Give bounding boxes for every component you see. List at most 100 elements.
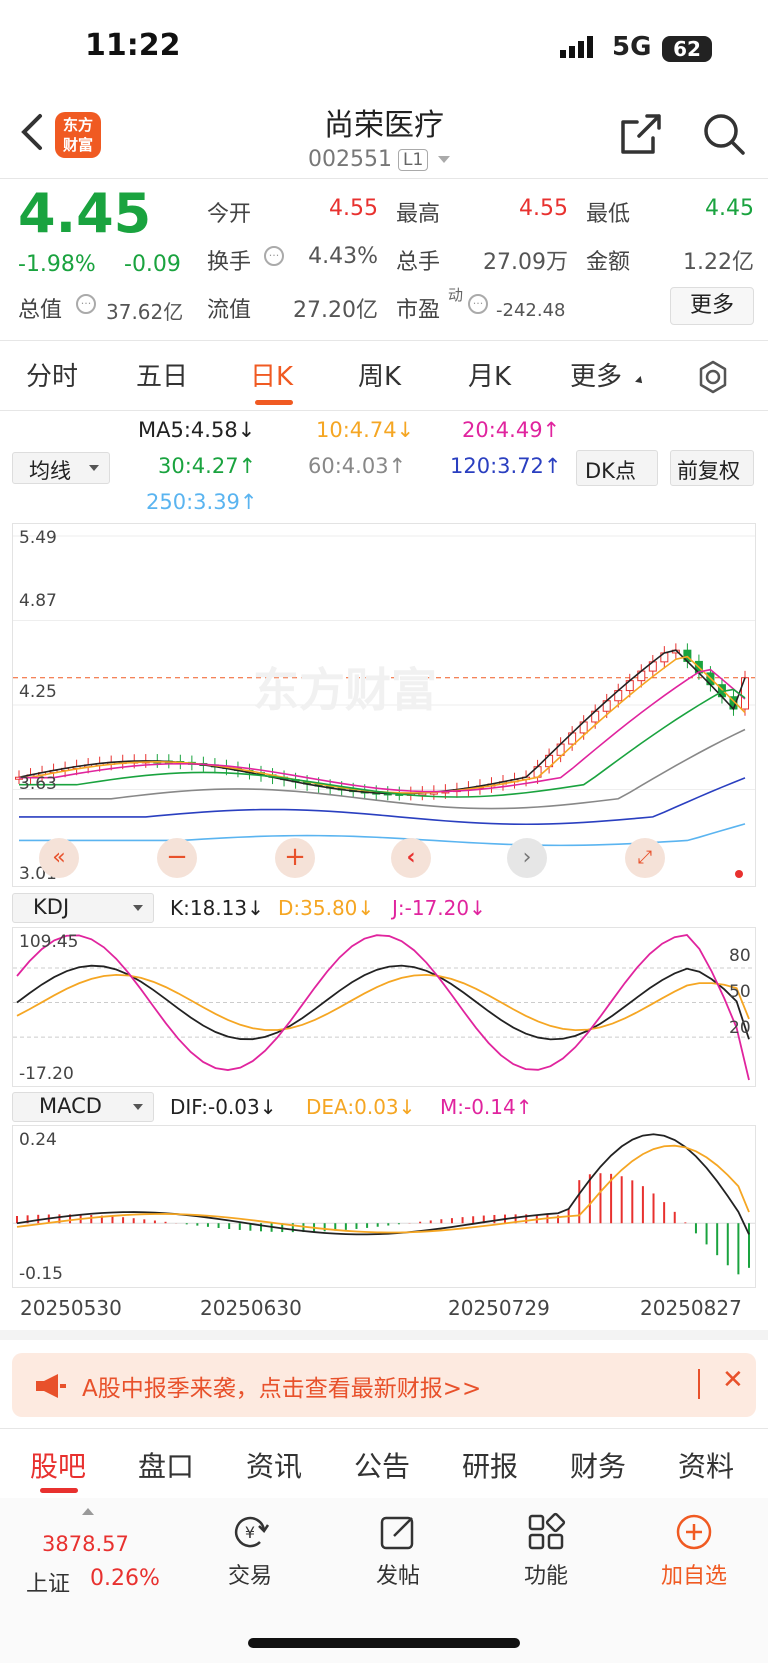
- volume-value: 27.09万: [483, 250, 568, 275]
- tab-profile[interactable]: 资料: [678, 1445, 734, 1485]
- signal-icon: [560, 36, 593, 58]
- tab-intraday[interactable]: 分时: [26, 356, 78, 393]
- search-icon[interactable]: [700, 110, 748, 158]
- tab-news[interactable]: 资讯: [246, 1445, 302, 1485]
- divider: [0, 410, 768, 411]
- turnover-value: 4.43%: [308, 244, 378, 269]
- axis-mid2-label: 4.25: [19, 682, 57, 702]
- date-label: 20250630: [200, 1296, 302, 1320]
- kdj-j-line: [16, 934, 750, 1081]
- macd-top-label: 0.24: [19, 1130, 57, 1150]
- divider: [0, 1428, 768, 1429]
- post-button[interactable]: 发帖: [348, 1512, 448, 1590]
- open-label: 今开: [207, 202, 252, 227]
- info-icon[interactable]: ···: [264, 246, 284, 266]
- post-label: 发帖: [375, 1564, 420, 1589]
- ma5-value: MA5:4.58↓: [138, 418, 256, 442]
- edit-icon: [380, 1516, 414, 1550]
- divider: [0, 340, 768, 341]
- tab-finance[interactable]: 财务: [570, 1445, 626, 1485]
- grid-icon: [528, 1512, 566, 1550]
- step-left-button[interactable]: ‹: [391, 838, 431, 878]
- close-icon[interactable]: ✕: [722, 1365, 744, 1395]
- volume-label: 总手: [396, 250, 441, 275]
- adjust-label: 前复权: [677, 459, 740, 483]
- tab-weekly-k[interactable]: 周K: [358, 356, 401, 393]
- kdj-80-label: 80: [729, 946, 751, 966]
- low-value: 4.45: [705, 196, 754, 221]
- banner-text: A股中报季来袭，点击查看最新财报>>: [82, 1376, 482, 1402]
- ma60-line: [19, 728, 746, 810]
- kdj-chart[interactable]: 109.45 -17.20 80 50 20: [12, 927, 756, 1087]
- status-time: 11:22: [85, 28, 181, 63]
- change-amount: -0.09: [124, 252, 181, 277]
- zoom-in-button[interactable]: +: [275, 838, 315, 878]
- period-tabs: 分时 五日 日K 周K 月K 更多: [0, 342, 768, 410]
- ma20-value: 20:4.49↑: [462, 418, 561, 442]
- divider: [698, 1369, 700, 1399]
- ma-selector[interactable]: 均线: [12, 452, 110, 484]
- macd-dea-line: [16, 1144, 750, 1234]
- macd-dea-value: DEA:0.03↓: [306, 1095, 416, 1119]
- adjust-button[interactable]: 前复权: [670, 450, 754, 486]
- index-pct: 0.26%: [90, 1566, 160, 1591]
- ma10-value: 10:4.74↓: [316, 418, 415, 442]
- macd-chart[interactable]: 0.24 -0.15: [12, 1125, 756, 1288]
- stock-code-selector[interactable]: 002551 L1: [308, 147, 451, 172]
- kdj-20-label: 20: [729, 1018, 751, 1038]
- chevron-down-icon: [438, 156, 451, 163]
- kdj-plot: [13, 934, 755, 1081]
- float-value: 27.20亿: [293, 298, 378, 323]
- axis-top-label: 5.49: [19, 528, 57, 548]
- axis-low-label: 3.63: [19, 774, 57, 794]
- kdj-50-label: 50: [729, 982, 751, 1002]
- tab-daily-k[interactable]: 日K: [250, 356, 293, 393]
- axis-mid1-label: 4.87: [19, 591, 57, 611]
- add-watchlist-button[interactable]: 加自选: [644, 1512, 744, 1590]
- section-gap: [0, 1330, 768, 1340]
- tab-forum[interactable]: 股吧: [30, 1445, 86, 1485]
- tab-five-day[interactable]: 五日: [136, 356, 188, 393]
- expand-icon[interactable]: ⤢: [625, 838, 665, 878]
- info-icon[interactable]: ···: [76, 294, 96, 314]
- dk-point-label: DK点: [585, 459, 636, 483]
- dk-point-button[interactable]: DK点: [576, 450, 658, 486]
- ma30-value: 30:4.27↑: [158, 454, 257, 478]
- index-value: 3878.57: [42, 1532, 129, 1556]
- tab-research[interactable]: 研报: [462, 1445, 518, 1485]
- live-dot: [735, 870, 743, 878]
- ma60-value: 60:4.03↑: [308, 454, 407, 478]
- kline-chart[interactable]: 5.49 4.87 4.25 3.63 3.01 东方财富 « − + ‹ › …: [12, 523, 756, 887]
- gear-icon[interactable]: [696, 360, 730, 394]
- tab-orderbook[interactable]: 盘口: [138, 1445, 194, 1485]
- change-percent: -1.98%: [18, 252, 96, 277]
- scroll-left-button[interactable]: «: [39, 838, 79, 878]
- tab-announcements[interactable]: 公告: [354, 1445, 410, 1485]
- more-button[interactable]: 更多: [670, 287, 754, 325]
- tab-more[interactable]: 更多: [570, 356, 622, 393]
- index-name: 上证: [26, 1572, 71, 1597]
- date-label: 20250729: [448, 1296, 550, 1320]
- plus-circle-icon: [676, 1514, 712, 1550]
- add-watchlist-label: 加自选: [660, 1564, 727, 1589]
- macd-bottom-label: -0.15: [19, 1264, 63, 1284]
- trade-button[interactable]: ¥ 交易: [200, 1512, 300, 1590]
- info-icon[interactable]: ···: [468, 294, 488, 314]
- pe-label: 市盈: [396, 298, 441, 323]
- macd-m-value: M:-0.14↑: [440, 1095, 533, 1119]
- promo-banner[interactable]: A股中报季来袭，点击查看最新财报>> ✕: [12, 1353, 756, 1417]
- turnover-label: 换手: [207, 250, 252, 275]
- zoom-out-button[interactable]: −: [157, 838, 197, 878]
- step-right-button[interactable]: ›: [507, 838, 547, 878]
- function-button[interactable]: 功能: [496, 1512, 596, 1590]
- tab-monthly-k[interactable]: 月K: [468, 356, 511, 393]
- ma120-value: 120:3.72↑: [450, 454, 562, 478]
- macd-plot: [13, 1133, 755, 1275]
- share-icon[interactable]: [617, 110, 665, 158]
- trade-label: 交易: [227, 1564, 272, 1589]
- home-indicator: [248, 1638, 520, 1648]
- kdj-selector[interactable]: KDJ: [12, 893, 154, 923]
- chevron-down-icon: [133, 905, 143, 911]
- macd-selector[interactable]: MACD: [12, 1092, 154, 1122]
- mktcap-label: 总值: [18, 298, 63, 323]
